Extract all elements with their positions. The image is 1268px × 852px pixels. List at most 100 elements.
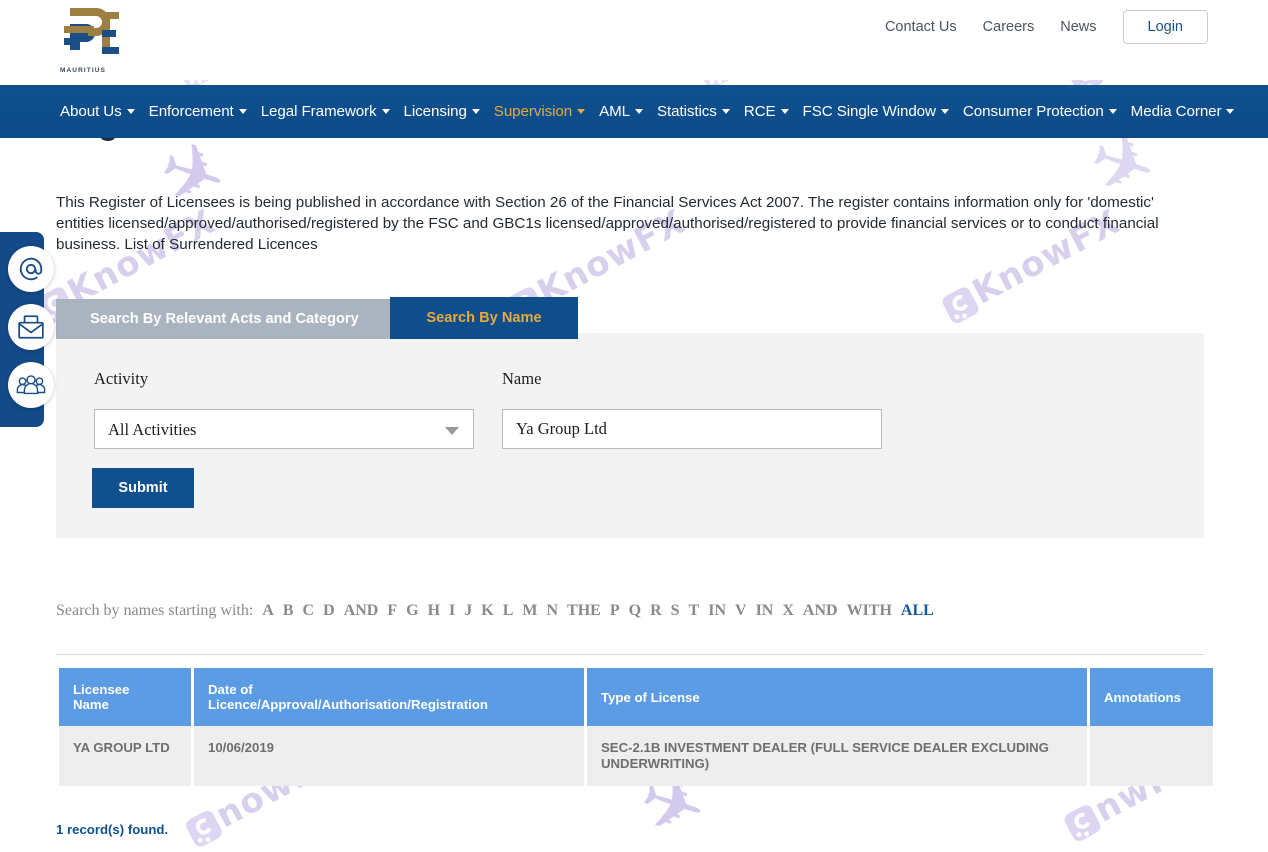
nav-item-label: Consumer Protection [963,103,1104,120]
nav-item-about-us[interactable]: About Us [60,103,135,120]
alpha-filter-j-9[interactable]: J [464,602,472,619]
alpha-filter-g-6[interactable]: G [406,602,418,619]
cell-licensee-name: YA GROUP LTD [59,726,191,786]
nav-item-label: Legal Framework [261,103,377,120]
people-group-icon[interactable] [8,362,54,408]
envelope-glyph [17,314,45,340]
alpha-filter-with-25[interactable]: WITH [847,602,892,619]
header-line-2: Licence/Approval/Authorisation/Registrat… [208,697,488,712]
cell-annotations [1090,726,1213,786]
alpha-filter-s-18[interactable]: S [671,602,680,619]
alpha-filter-c-2[interactable]: C [303,602,315,619]
name-input[interactable] [502,409,882,449]
chevron-down-icon [239,109,247,114]
at-sign-icon[interactable] [8,246,54,292]
column-header-annotations[interactable]: Annotations [1090,668,1213,726]
chevron-down-icon [127,109,135,114]
chevron-down-icon [577,109,585,114]
header-line-1: Licensee [73,682,129,697]
nav-item-label: RCE [744,103,776,120]
alpha-filter: Search by names starting with: ABCD AND FGH… [56,602,934,620]
column-header-type-of-license[interactable]: Type of License [587,668,1087,726]
page-intro-text: This Register of Licensees is being publ… [56,192,1196,255]
people-group-glyph [16,372,46,398]
results-table: Licensee Name Date of Licence/Approval/A… [56,668,1216,786]
alpha-filter-r-17[interactable]: R [650,602,662,619]
nav-link-news[interactable]: News [1060,19,1096,35]
nav-link-careers[interactable]: Careers [983,19,1035,35]
chevron-down-icon [1226,109,1234,114]
alpha-filter-l-11[interactable]: L [503,602,514,619]
nav-item-label: Enforcement [149,103,234,120]
alpha-filter-m-12[interactable]: M [522,602,537,619]
name-label: Name [502,369,541,389]
activity-select[interactable]: All Activities [94,409,474,449]
nav-item-label: FSC Single Window [803,103,936,120]
header-line-1: Annotations [1104,690,1181,705]
envelope-icon[interactable] [8,304,54,350]
alpha-filter-q-16[interactable]: Q [629,602,641,619]
page-root: Register of Licensees This Register of L… [0,0,1268,852]
logo-caption: MAURITIUS [60,67,106,74]
nav-item-label: About Us [60,103,122,120]
alpha-filter-and-4[interactable]: AND [344,602,379,619]
nav-item-licensing[interactable]: Licensing [404,103,480,120]
tab-search-by-name[interactable]: Search By Name [390,297,578,339]
nav-item-legal-framework[interactable]: Legal Framework [261,103,390,120]
nav-item-label: AML [599,103,630,120]
alpha-filter-p-15[interactable]: P [610,602,620,619]
search-form-panel: Activity All Activities Name Submit [56,333,1204,538]
alpha-filter-x-23[interactable]: X [782,602,794,619]
nav-item-rce[interactable]: RCE [744,103,789,120]
top-header-bar: MAURITIUS Contact Us Careers News Login [0,0,1268,80]
nav-item-label: Statistics [657,103,717,120]
cell-date: 10/06/2019 [194,726,584,786]
fsc-mauritius-logo[interactable]: MAURITIUS [60,8,122,74]
chevron-down-icon [445,427,459,435]
chevron-down-icon [781,109,789,114]
chevron-down-icon [382,109,390,114]
header-line-1: Type of License [601,690,700,705]
alpha-filter-the-14[interactable]: THE [567,602,601,619]
results-table-wrapper: Licensee Name Date of Licence/Approval/A… [56,654,1204,786]
utility-nav: Contact Us Careers News Login [885,10,1208,44]
nav-item-label: Supervision [494,103,572,120]
nav-item-aml[interactable]: AML [599,103,643,120]
nav-link-contact-us[interactable]: Contact Us [885,19,957,35]
login-button[interactable]: Login [1123,10,1208,44]
tab-search-by-acts-category[interactable]: Search By Relevant Acts and Category [56,299,390,339]
alpha-filter-t-19[interactable]: T [689,602,700,619]
alpha-filter-d-3[interactable]: D [323,602,335,619]
alpha-filter-f-5[interactable]: F [387,602,397,619]
fsc-logo-mark [60,8,122,64]
chevron-down-icon [941,109,949,114]
alpha-filter-i-8[interactable]: I [449,602,455,619]
alpha-filter-a-0[interactable]: A [262,602,274,619]
nav-item-supervision[interactable]: Supervision [494,103,585,120]
nav-item-enforcement[interactable]: Enforcement [149,103,247,120]
activity-label: Activity [94,369,148,389]
alpha-filter-in-20[interactable]: IN [708,602,726,619]
alpha-filter-label: Search by names starting with: [56,602,253,619]
column-header-licensee-name[interactable]: Licensee Name [59,668,191,726]
nav-item-consumer-protection[interactable]: Consumer Protection [963,103,1117,120]
cell-type-of-license: SEC-2.1B INVESTMENT DEALER (FULL SERVICE… [587,726,1087,786]
table-row: YA GROUP LTD 10/06/2019 SEC-2.1B INVESTM… [59,726,1213,786]
nav-item-fsc-single-window[interactable]: FSC Single Window [803,103,949,120]
alpha-filter-h-7[interactable]: H [428,602,440,619]
alpha-filter-b-1[interactable]: B [283,602,294,619]
alpha-filter-and-24[interactable]: AND [803,602,838,619]
header-line-1: Date of [208,682,253,697]
column-header-date[interactable]: Date of Licence/Approval/Authorisation/R… [194,668,584,726]
alpha-filter-all[interactable]: ALL [901,602,934,619]
alpha-filter-links: ABCD AND FGHIJKLMN THE PQRST IN V IN X AND WITH ALL [253,602,934,619]
submit-button[interactable]: Submit [92,468,194,508]
alpha-filter-v-21[interactable]: V [735,602,747,619]
alpha-filter-k-10[interactable]: K [481,602,493,619]
alpha-filter-n-13[interactable]: N [546,602,558,619]
alpha-filter-in-22[interactable]: IN [756,602,774,619]
header-line-2: Name [73,697,109,712]
search-tabs: Search By Relevant Acts and Category Sea… [56,297,578,339]
nav-item-statistics[interactable]: Statistics [657,103,730,120]
nav-item-media-corner[interactable]: Media Corner [1131,103,1235,120]
